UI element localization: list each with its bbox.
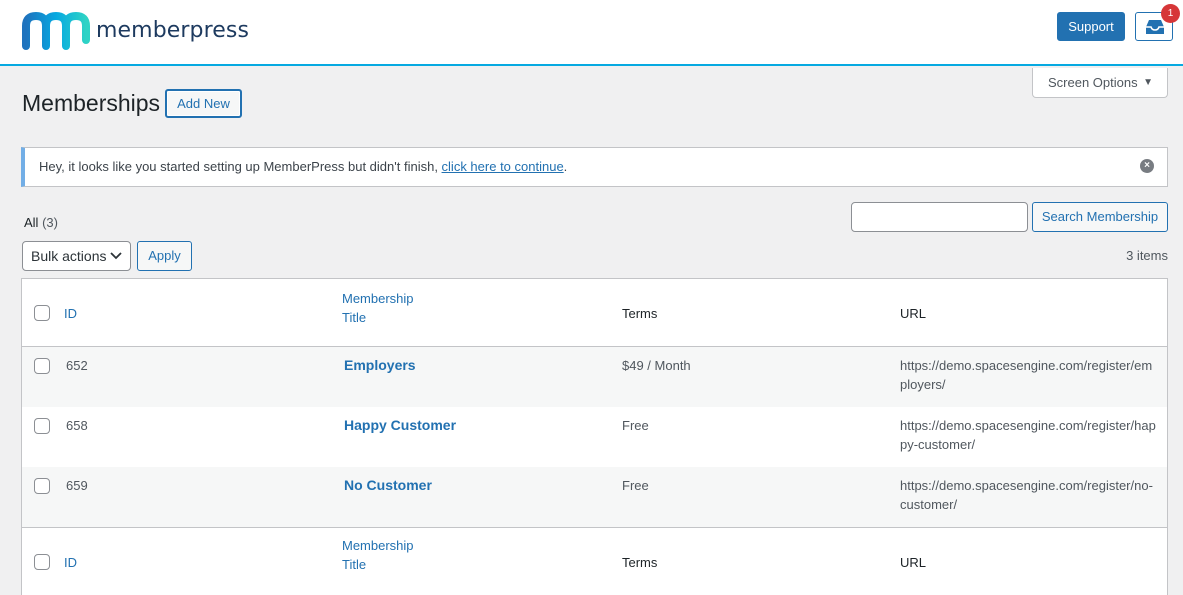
column-header-title-line2: Title [342,310,367,325]
column-header-id[interactable]: ID [64,304,77,323]
bulk-actions-value: Bulk actions [31,248,107,264]
column-header-title-line1: Membership [342,291,414,306]
dismiss-icon[interactable]: × [1140,159,1154,173]
memberships-table: ID Membership Title Terms URL 652 Employ… [21,278,1168,595]
column-header-terms: Terms [622,306,658,321]
row-title-link[interactable]: No Customer [344,476,432,495]
setup-notice: Hey, it looks like you started setting u… [21,147,1168,187]
page-title: Memberships [22,90,161,116]
table-row: 658 Happy Customer Free https://demo.spa… [22,407,1167,467]
column-footer-url: URL [900,555,927,570]
logo-text: memberpress [96,17,250,43]
select-all-checkbox[interactable] [34,305,50,321]
notice-trailing: . [563,159,568,174]
row-title-link[interactable]: Happy Customer [344,416,456,435]
view-all-count: (3) [42,215,58,230]
memberpress-logo-icon [22,12,90,50]
row-terms: $49 / Month [622,358,691,373]
column-footer-title[interactable]: Membership Title [342,536,414,574]
row-url: https://demo.spacesengine.com/register/n… [900,478,1153,512]
row-id: 652 [66,358,88,373]
add-new-button[interactable]: Add New [165,89,242,118]
notice-continue-link[interactable]: click here to continue [442,159,564,174]
row-title-link[interactable]: Employers [344,356,416,375]
screen-options-toggle[interactable]: Screen Options ▼ [1032,68,1168,98]
notice-text: Hey, it looks like you started setting u… [39,159,442,174]
column-footer-title-line1: Membership [342,538,414,553]
select-all-checkbox-footer[interactable] [34,554,50,570]
column-footer-title-line2: Title [342,557,367,572]
view-all-label: All [24,215,39,230]
search-input[interactable] [851,202,1028,232]
view-filter-all[interactable]: All (3) [24,215,58,230]
column-header-title[interactable]: Membership Title [342,289,414,327]
row-checkbox[interactable] [34,418,50,434]
table-row: 659 No Customer Free https://demo.spaces… [22,467,1167,527]
chevron-down-icon [110,252,122,260]
search-membership-button[interactable]: Search Membership [1032,202,1168,232]
row-id: 658 [66,418,88,433]
row-terms: Free [622,418,649,433]
top-header: memberpress Support 1 [0,0,1183,66]
column-footer-terms: Terms [622,555,658,570]
support-button[interactable]: Support [1057,12,1125,41]
row-id: 659 [66,478,88,493]
row-checkbox[interactable] [34,358,50,374]
row-terms: Free [622,478,649,493]
inbox-icon [1146,20,1164,34]
caret-down-icon: ▼ [1143,77,1153,88]
notification-badge: 1 [1161,4,1180,23]
items-count: 3 items [1126,248,1168,263]
column-footer-id[interactable]: ID [64,553,77,572]
row-checkbox[interactable] [34,478,50,494]
memberpress-logo[interactable]: memberpress [20,10,249,50]
column-header-url: URL [900,306,927,321]
table-footer-row: ID Membership Title Terms URL [22,527,1167,595]
apply-button[interactable]: Apply [137,241,192,271]
row-url: https://demo.spacesengine.com/register/e… [900,358,1153,392]
bulk-actions-select[interactable]: Bulk actions [22,241,131,271]
screen-options-label: Screen Options [1048,75,1138,90]
table-header-row: ID Membership Title Terms URL [22,279,1167,347]
table-row: 652 Employers $49 / Month https://demo.s… [22,347,1167,407]
row-url: https://demo.spacesengine.com/register/h… [900,418,1156,452]
